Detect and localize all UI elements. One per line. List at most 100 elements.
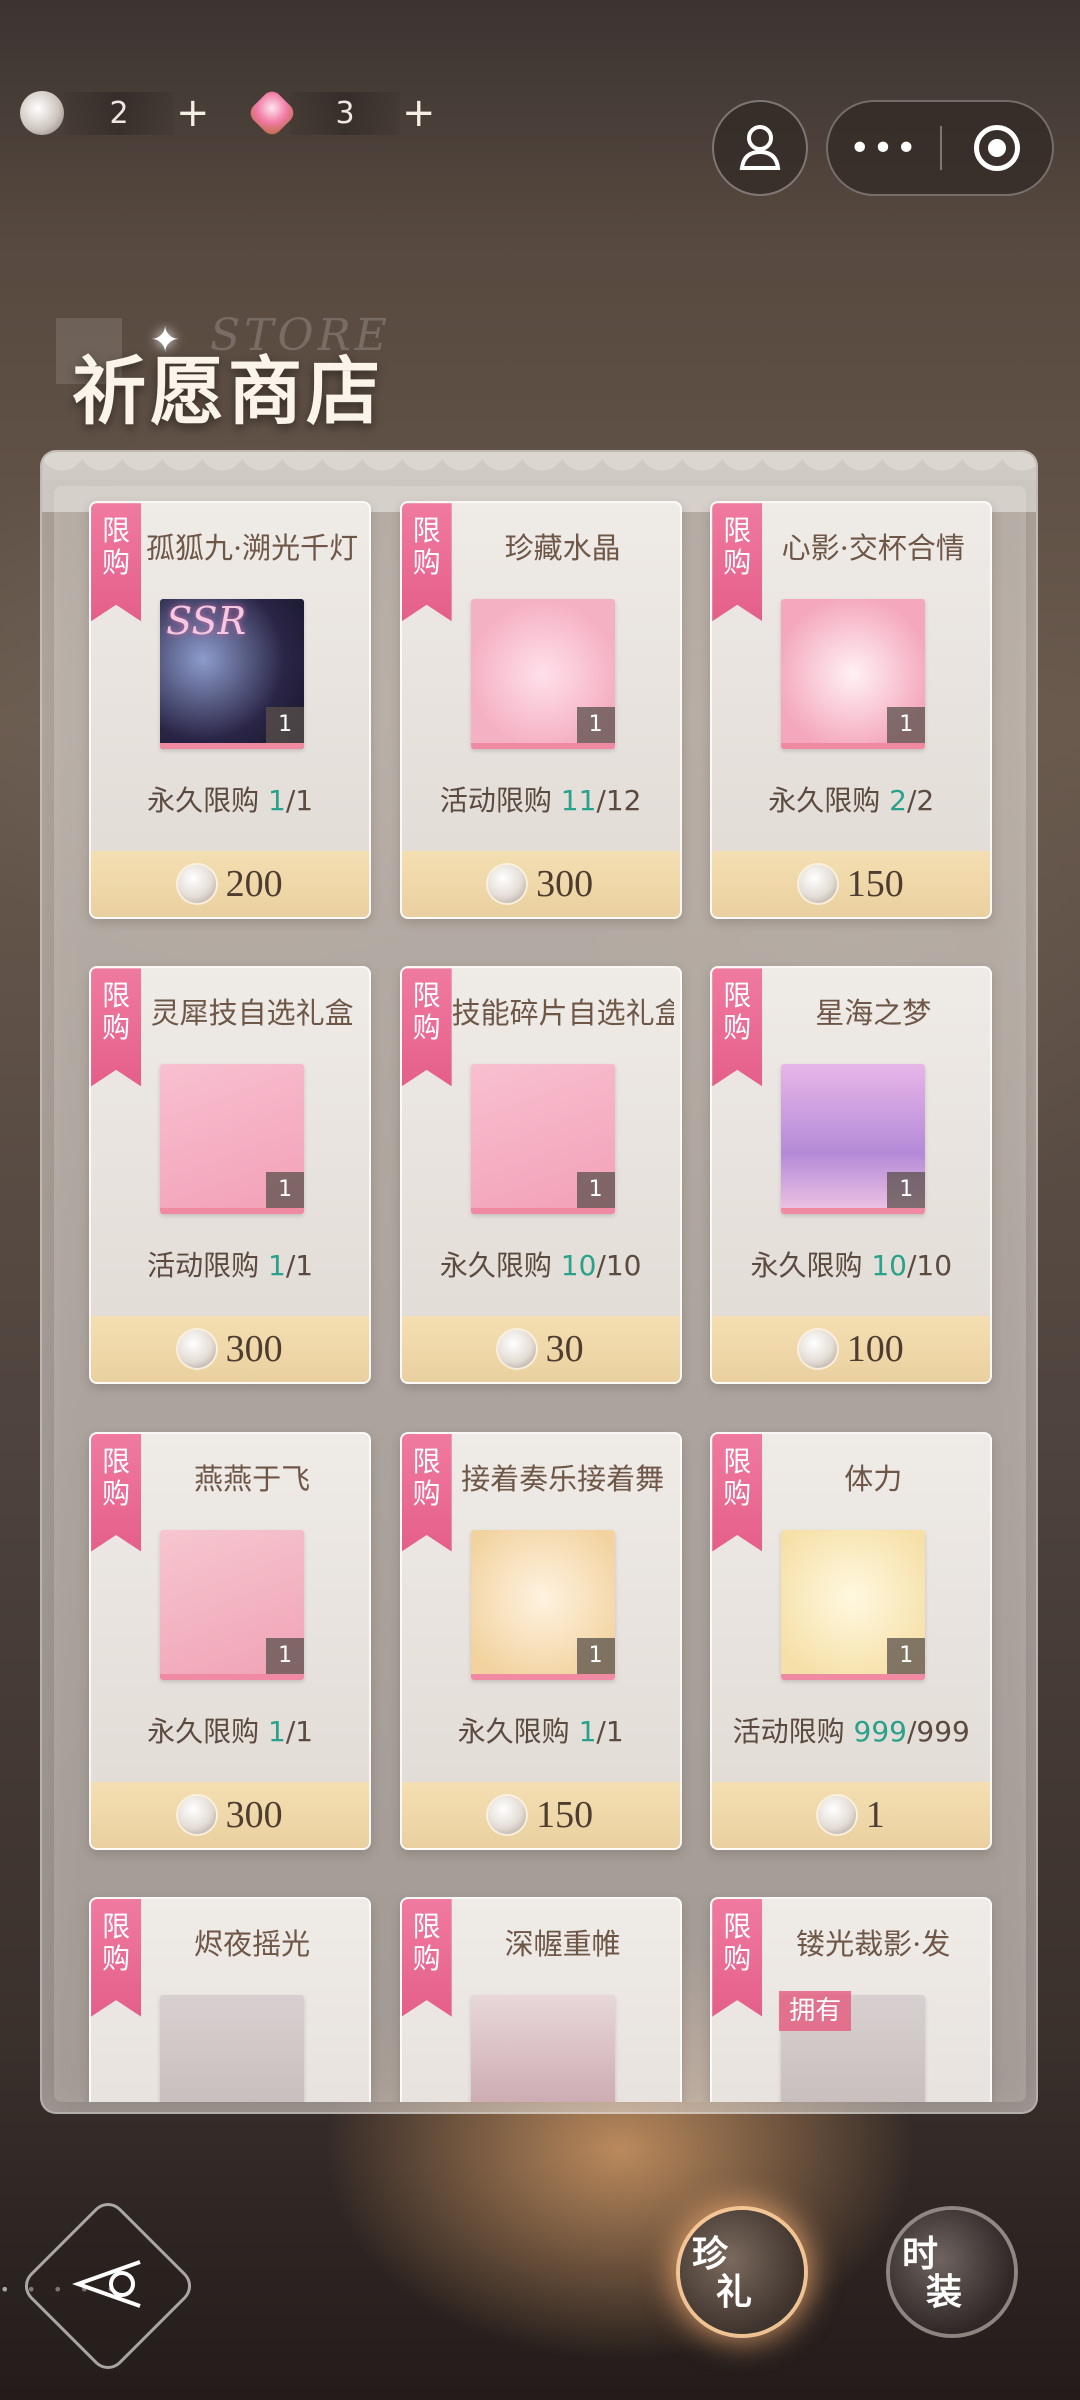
- profile-icon: [739, 125, 781, 170]
- wish-coin-icon: [177, 1795, 216, 1834]
- limit-total: /10: [907, 1249, 953, 1283]
- shop-item-card[interactable]: 限购 心影·交杯合情 1 永久限购 2/2 150: [710, 501, 993, 920]
- limit-type: 永久限购: [147, 784, 260, 818]
- crystal-counter: 3 +: [246, 87, 436, 139]
- more-button[interactable]: •••: [828, 128, 940, 169]
- purchase-limit: 永久限购 2/2: [712, 779, 990, 819]
- item-name: 珍藏水晶: [504, 531, 621, 566]
- item-price: 30: [545, 1328, 584, 1371]
- item-name: 接着奏乐接着舞: [461, 1461, 665, 1496]
- item-image: 1: [160, 1064, 305, 1215]
- item-image: SSR 1: [160, 599, 305, 750]
- limited-badge: 限购: [401, 1898, 452, 2017]
- item-image: [470, 1994, 615, 2102]
- item-name: 深幄重帷: [504, 1926, 621, 1961]
- buy-button[interactable]: 1: [712, 1781, 991, 1848]
- wish-coin-icon: [20, 91, 64, 135]
- limited-badge: 限购: [91, 1898, 142, 2017]
- purchase-limit: 永久限购 1/1: [402, 1710, 680, 1750]
- crystal-value: 3: [290, 91, 400, 135]
- tab-treasure-gift[interactable]: 珍 礼: [680, 2210, 804, 2334]
- shop-panel: 限购 孤狐九·溯光千灯 SSR 1 永久限购 1/1 200 限购 珍藏水晶 1 活动限购 11/…: [40, 450, 1038, 2114]
- limited-badge: 限购: [712, 503, 763, 622]
- shop-item-card[interactable]: 限购 技能碎片自选礼盒 1 永久限购 10/10 30: [399, 966, 682, 1385]
- limit-used: 1: [268, 1714, 286, 1748]
- item-grid[interactable]: 限购 孤狐九·溯光千灯 SSR 1 永久限购 1/1 200 限购 珍藏水晶 1 活动限购 11/…: [54, 486, 1026, 2102]
- shop-item-card[interactable]: 限购 接着奏乐接着舞 1 永久限购 1/1 150: [399, 1431, 682, 1850]
- item-quantity: 1: [576, 707, 615, 744]
- item-price: 1: [865, 1793, 885, 1836]
- item-price: 300: [225, 1793, 283, 1836]
- ssr-label: SSR: [166, 599, 247, 644]
- tab-fashion[interactable]: 时 装: [890, 2210, 1014, 2334]
- buy-button[interactable]: 100: [712, 1316, 991, 1383]
- buy-button[interactable]: 300: [91, 1316, 370, 1383]
- item-name: 孤狐九·溯光千灯: [145, 531, 359, 566]
- limited-badge: 限购: [712, 1898, 763, 2017]
- buy-button[interactable]: 150: [401, 1781, 680, 1848]
- shop-item-card[interactable]: 限购 珍藏水晶 1 活动限购 11/12 300: [399, 501, 682, 920]
- limited-badge: 限购: [91, 1433, 142, 1552]
- shop-item-card[interactable]: 限购 镂光裁影·发 拥有: [710, 1896, 993, 2102]
- shop-item-card[interactable]: 限购 体力 1 活动限购 999/999 1: [710, 1431, 993, 1850]
- item-image: 1: [781, 1064, 926, 1215]
- item-image: 1: [160, 1529, 305, 1680]
- target-icon: [973, 125, 1020, 171]
- wish-coin-icon: [798, 865, 837, 904]
- close-program-button[interactable]: [942, 125, 1052, 171]
- limited-badge: 限购: [712, 968, 763, 1087]
- item-quantity: 1: [576, 1172, 615, 1209]
- limit-type: 永久限购: [147, 1714, 260, 1748]
- limit-type: 活动限购: [732, 1714, 845, 1748]
- purchase-limit: 永久限购 1/1: [91, 1710, 369, 1750]
- profile-button[interactable]: [712, 100, 808, 196]
- tab-gift-char-1: 珍: [691, 2233, 728, 2275]
- item-image: 1: [470, 599, 615, 750]
- shop-item-card[interactable]: 限购 孤狐九·溯光千灯 SSR 1 永久限购 1/1 200: [89, 501, 372, 920]
- item-image: 1: [470, 1529, 615, 1680]
- owned-tag: 拥有: [779, 1990, 852, 2031]
- purchase-limit: 活动限购 11/12: [402, 779, 680, 819]
- limited-badge: 限购: [401, 1433, 452, 1552]
- limit-type: 永久限购: [768, 784, 881, 818]
- tab-fashion-char-2: 装: [926, 2271, 963, 2313]
- sparkle-icon: ✦: [150, 320, 181, 361]
- limit-total: /1: [285, 1714, 314, 1748]
- limit-used: 10: [871, 1249, 907, 1283]
- limit-total: /1: [596, 1714, 624, 1748]
- rarity-strip: [160, 1208, 305, 1215]
- page-title: 祈愿商店: [72, 349, 384, 435]
- limit-type: 活动限购: [147, 1249, 260, 1283]
- purchase-limit: 永久限购 10/10: [712, 1244, 990, 1284]
- buy-button[interactable]: 30: [401, 1316, 680, 1383]
- limit-type: 活动限购: [439, 784, 552, 818]
- buy-button[interactable]: 300: [91, 1781, 370, 1848]
- shop-item-card[interactable]: 限购 灵犀技自选礼盒 1 活动限购 1/1 300: [89, 966, 372, 1385]
- item-quantity: 1: [576, 1637, 615, 1674]
- item-quantity: 1: [266, 1637, 305, 1674]
- item-quantity: 1: [266, 1172, 305, 1209]
- wish-coin-icon: [488, 1795, 527, 1834]
- limit-type: 永久限购: [750, 1249, 863, 1283]
- item-quantity: 1: [266, 707, 305, 744]
- buy-button[interactable]: 200: [91, 851, 370, 918]
- add-crystal-button[interactable]: +: [402, 90, 436, 136]
- item-name: 烬夜摇光: [194, 1926, 311, 1961]
- rarity-strip: [470, 1208, 615, 1215]
- limited-badge: 限购: [712, 1433, 763, 1552]
- item-price: 300: [536, 863, 594, 906]
- limit-total: /2: [907, 784, 935, 818]
- add-wish-coin-button[interactable]: +: [176, 90, 210, 136]
- shop-item-card[interactable]: 限购 烬夜摇光: [89, 1896, 372, 2102]
- limit-used: 1: [268, 1249, 286, 1283]
- limit-total: /12: [596, 784, 642, 818]
- limit-used: 11: [560, 784, 597, 818]
- shop-item-card[interactable]: 限购 深幄重帷: [399, 1896, 682, 2102]
- buy-button[interactable]: 150: [712, 851, 991, 918]
- shop-item-card[interactable]: 限购 星海之梦 1 永久限购 10/10 100: [710, 966, 993, 1385]
- shop-item-card[interactable]: 限购 燕燕于飞 1 永久限购 1/1 300: [89, 1431, 372, 1850]
- item-price: 150: [846, 863, 904, 906]
- limit-total: /10: [596, 1249, 642, 1283]
- rarity-strip: [781, 1208, 926, 1215]
- buy-button[interactable]: 300: [401, 851, 680, 918]
